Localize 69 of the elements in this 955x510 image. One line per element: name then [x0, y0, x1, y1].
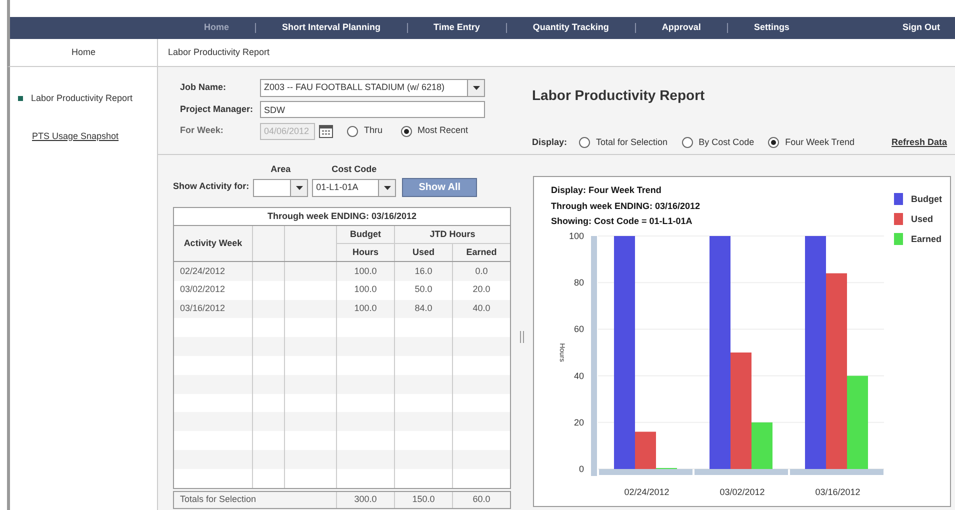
x-tick-label: 02/24/2012: [624, 487, 670, 497]
table-cell-text: 40.0: [472, 302, 492, 316]
nav-link[interactable]: Quantity Tracking: [506, 21, 635, 35]
y-tick-label: 60: [574, 324, 584, 334]
radio-label: Most Recent: [418, 124, 468, 138]
sign-out-link[interactable]: Sign Out: [902, 21, 955, 35]
breadcrumb-current: Labor Productivity Report: [167, 46, 270, 59]
table-cell: Totals for Selection: [174, 492, 337, 508]
caret-icon: [472, 86, 480, 90]
table-cell-text: 0.0: [474, 264, 489, 278]
radio-button[interactable]: [347, 126, 358, 136]
job-name-select[interactable]: Z003 -- FAU FOOTBALL STADIUM (w/ 6218): [260, 79, 485, 97]
breadcrumb-link[interactable]: Home: [71, 46, 96, 60]
column-header: Hours: [337, 244, 395, 261]
chart-info-text: Showing: Cost Code = 01-L1-01A: [551, 215, 694, 228]
field-label: Project Manager:: [180, 102, 254, 116]
y-tick-label: 0: [578, 464, 584, 474]
column-header: Budget: [337, 226, 395, 244]
filter-label: Show Activity for:: [173, 180, 250, 193]
table-cell-text: 20.0: [472, 283, 492, 296]
cost-code-label: Cost Code: [332, 162, 377, 176]
caret-icon: [296, 186, 303, 190]
legend-label: Earned: [911, 234, 942, 244]
column-header: JTD Hours: [395, 226, 510, 244]
y-tick-label: 20: [574, 417, 584, 428]
radio-button[interactable]: [400, 126, 412, 136]
nav-link[interactable]: Approval: [636, 21, 727, 35]
nav-link[interactable]: Short Interval Planning: [256, 21, 407, 35]
column-header: Activity Week: [174, 226, 253, 261]
table-cell-text: 60.0: [472, 492, 492, 506]
table-cell: 150.0: [395, 492, 453, 508]
nav-link[interactable]: Settings: [728, 21, 816, 35]
x-tick-label: 03/02/2012: [720, 487, 765, 497]
legend-label: Used: [911, 214, 934, 224]
column-header: Earned: [465, 246, 498, 258]
radio-label: By Cost Code: [698, 136, 754, 149]
legend-label: Budget: [911, 194, 942, 204]
chart-info-text: Display: Four Week Trend: [551, 184, 662, 197]
radio-button[interactable]: [579, 137, 590, 148]
dropdown-button[interactable]: [467, 80, 484, 96]
radio-label: Thru: [364, 124, 383, 138]
field-label: For Week:: [180, 124, 224, 138]
x-tick-label: 03/16/2012: [815, 487, 860, 497]
y-tick-label: 100: [568, 231, 584, 241]
dropdown-button[interactable]: [290, 180, 308, 196]
manager-field[interactable]: SDW: [260, 101, 485, 118]
display-label: Display:: [532, 136, 568, 149]
splitter-handle[interactable]: [520, 331, 524, 343]
radio-label: Total for Selection: [596, 136, 668, 149]
area-label: Area: [270, 162, 291, 176]
y-tick-label: 40: [574, 370, 584, 381]
report-title: Labor Productivity Report: [532, 86, 706, 105]
sidebar-link[interactable]: PTS Usage Snapshot: [18, 130, 157, 143]
radio-button[interactable]: [768, 137, 780, 148]
caret-icon: [384, 186, 391, 190]
nav-link[interactable]: Time Entry: [408, 21, 506, 35]
radio-label: Four Week Trend: [785, 136, 854, 149]
column-header: Used: [395, 244, 453, 261]
chart-info-text: Through week ENDING: 03/16/2012: [551, 200, 700, 213]
refresh-data-link[interactable]: Refresh Data: [891, 136, 947, 150]
radio-button[interactable]: [682, 137, 693, 148]
sidebar-link[interactable]: Labor Productivity Report: [18, 92, 157, 106]
field-label: Job Name:: [180, 81, 228, 94]
calendar-icon[interactable]: [319, 124, 333, 138]
table-cell: 300.0: [337, 492, 395, 508]
cost-code-select[interactable]: 01-L1-01A: [312, 179, 396, 197]
dropdown-button[interactable]: [378, 180, 396, 196]
nav-link[interactable]: Home: [178, 21, 256, 35]
y-tick-label: 80: [574, 278, 584, 288]
